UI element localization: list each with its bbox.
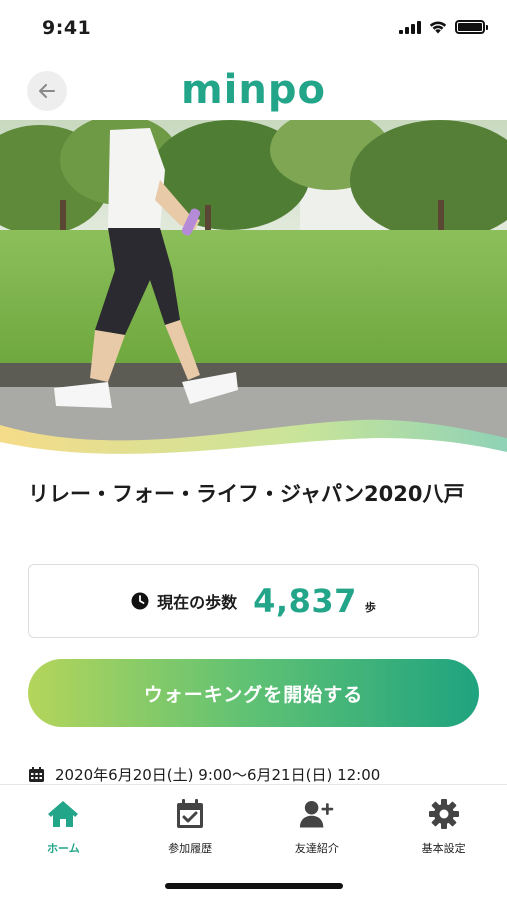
status-icons [399, 20, 488, 34]
app-header: minpo [0, 58, 507, 120]
nav-item-invite-friends[interactable]: 友達紹介 [254, 785, 381, 865]
event-date: 2020年6月20日(土) 9:00〜6月21日(日) 12:00 [55, 766, 381, 784]
app-logo: minpo [0, 66, 507, 114]
nav-label-settings: 基本設定 [421, 842, 466, 855]
user-plus-icon [299, 800, 334, 828]
gear-icon [428, 799, 459, 829]
nav-item-home[interactable]: ホーム [0, 785, 127, 865]
clock-icon [131, 592, 149, 610]
logo-text: minpo [181, 67, 326, 113]
steps-value: 4,837 [253, 582, 357, 620]
event-date-row: 2020年6月20日(土) 9:00〜6月21日(日) 12:00 [28, 764, 380, 785]
nav-label-invite-friends: 友達紹介 [294, 842, 339, 855]
status-bar: 9:41 [0, 0, 507, 56]
steps-label: 現在の歩数 [157, 593, 238, 612]
start-walking-button[interactable]: ウォーキングを開始する [28, 659, 479, 727]
hero-photo-walking-woman [0, 120, 507, 460]
bottom-nav: ホーム 参加履歴 友達紹介 基本設定 [0, 784, 507, 900]
home-indicator [165, 883, 343, 889]
nav-label-home: ホーム [47, 842, 80, 855]
nav-item-settings[interactable]: 基本設定 [380, 785, 507, 865]
home-icon [48, 801, 79, 827]
event-title: リレー・フォー・ライフ・ジャパン2020八戸 [28, 482, 465, 506]
signal-icon [399, 20, 421, 34]
calendar-check-icon [177, 799, 204, 828]
steps-card: 現在の歩数 4,837 歩 [28, 564, 479, 638]
calendar-icon [29, 767, 44, 782]
status-time: 9:41 [42, 17, 92, 39]
steps-unit: 歩 [364, 601, 376, 614]
battery-icon [455, 20, 488, 34]
hero-image [0, 120, 507, 460]
nav-label-history: 参加履歴 [168, 842, 213, 855]
wifi-icon [429, 21, 447, 34]
nav-item-history[interactable]: 参加履歴 [127, 785, 254, 865]
